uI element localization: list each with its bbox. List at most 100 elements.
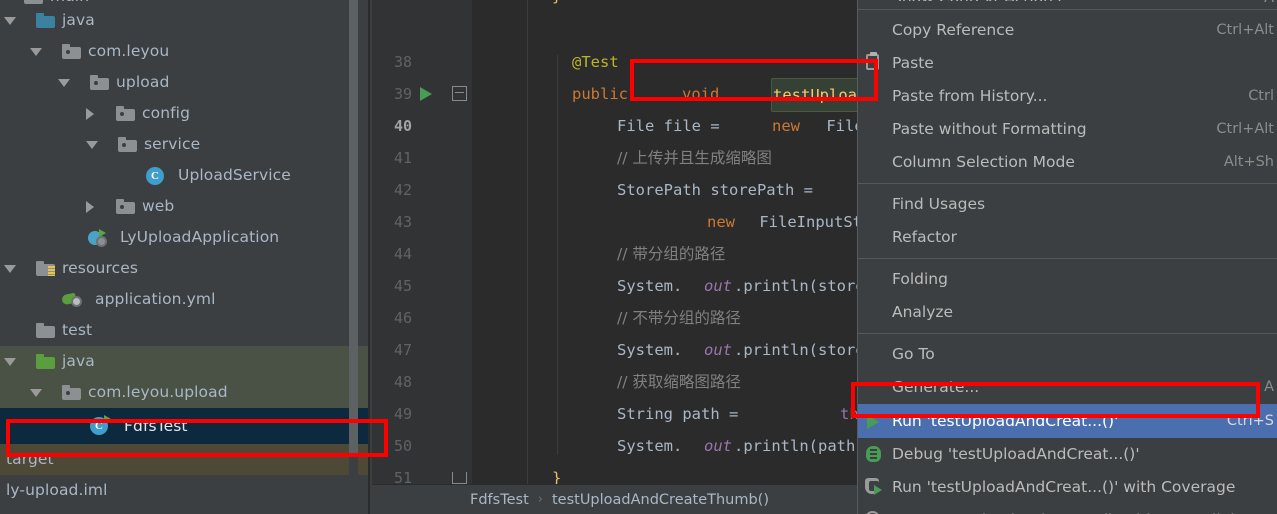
project-tool-window[interactable]: main java com.leyou upload	[0, 0, 370, 514]
menu-separator	[858, 258, 1277, 259]
code-text: System.	[617, 437, 683, 455]
menu-item-run-test[interactable]: Run 'testUploadAndCreat...()' Ctrl+S	[858, 404, 1277, 438]
tree-node-resources[interactable]: resources	[0, 253, 370, 284]
tree-node-label: target	[6, 450, 54, 468]
panel-divider[interactable]	[368, 0, 370, 514]
menu-item-shortcut: Ctrl+S	[1226, 413, 1274, 429]
tree-node-config[interactable]: config	[0, 98, 370, 129]
folder-teal-icon	[36, 13, 55, 28]
tree-node-label: com.leyou	[88, 42, 170, 60]
menu-item-shortcut: Ctrl	[1248, 88, 1274, 104]
tree-node-label: web	[142, 197, 175, 215]
folder-gray-icon	[116, 106, 135, 121]
menu-item-shortcut: Ctrl+Alt	[1216, 22, 1274, 38]
tree-node-web[interactable]: web	[0, 191, 370, 222]
menu-item-paste-from-history[interactable]: Paste from History... Ctrl	[858, 80, 1277, 113]
code-fold-icon[interactable]	[452, 86, 467, 101]
tree-node-java-test[interactable]: java	[0, 346, 370, 377]
no-icon	[858, 14, 892, 47]
menu-item-folding[interactable]: Folding	[858, 263, 1277, 296]
keyword-new: new	[772, 117, 800, 135]
expand-arrow-down-icon[interactable]	[30, 47, 42, 56]
menu-item-refactor[interactable]: Refactor	[858, 221, 1277, 254]
breadcrumb-separator: ›	[537, 492, 543, 507]
menu-item-label: Analyze	[892, 303, 954, 321]
folder-green-icon	[36, 354, 55, 369]
tree-node-test[interactable]: test	[0, 315, 370, 346]
menu-item-generate[interactable]: Generate... A	[858, 371, 1277, 404]
menu-item-analyze[interactable]: Analyze	[858, 296, 1277, 329]
expand-arrow-down-icon[interactable]	[4, 357, 16, 366]
tree-node-ly-upload-iml[interactable]: ly-upload.iml	[0, 475, 370, 506]
breadcrumb-class[interactable]: FdfsTest	[468, 492, 531, 508]
menu-separator	[858, 183, 1277, 184]
ide-window: main java com.leyou upload	[0, 0, 1277, 514]
menu-item-shortcut: A	[1264, 379, 1274, 395]
menu-item-paste-without-formatting[interactable]: Paste without Formatting Ctrl+Alt	[858, 113, 1277, 146]
menu-item-copy-reference[interactable]: Copy Reference Ctrl+Alt	[858, 14, 1277, 47]
code-text: File file =	[617, 117, 729, 135]
expand-arrow-down-icon[interactable]	[30, 388, 42, 397]
field-out: out	[704, 341, 732, 359]
editor-context-menu[interactable]: Show Context Actions A Copy Reference Ct…	[857, 0, 1277, 514]
tree-node-uploadservice[interactable]: C UploadService	[0, 160, 370, 191]
code-fold-end-icon[interactable]	[452, 472, 467, 484]
java-class-icon: C	[146, 166, 164, 185]
jfr-icon	[858, 504, 892, 514]
menu-item-find-usages[interactable]: Find Usages	[858, 188, 1277, 221]
tree-node-application-yml[interactable]: application.yml	[0, 284, 370, 315]
no-icon	[858, 146, 892, 179]
no-icon	[858, 371, 892, 404]
expand-arrow-down-icon[interactable]	[86, 140, 98, 149]
tree-node-service[interactable]: service	[0, 129, 370, 160]
run-test-gutter-icon[interactable]	[420, 87, 432, 101]
menu-item-run-with-coverage[interactable]: Run 'testUploadAndCreat...()' with Cover…	[858, 471, 1277, 504]
menu-item-run-with-java-flight-recorder[interactable]: Run 'testUploadAndCreat...()' with 'Java…	[858, 504, 1277, 514]
project-panel-scrollbar[interactable]	[349, 0, 358, 514]
menu-item-label: Run 'testUploadAndCreat...()' with Cover…	[892, 478, 1236, 496]
menu-item-label: Copy Reference	[892, 21, 1015, 39]
menu-item-paste[interactable]: Paste	[858, 47, 1277, 80]
tree-node-lyuploadapplication[interactable]: LyUploadApplication	[0, 222, 370, 253]
code-text: System.	[617, 341, 683, 359]
expand-arrow-down-icon[interactable]	[4, 16, 16, 25]
tree-node-label: test	[62, 321, 93, 339]
tree-node-label: application.yml	[95, 290, 216, 308]
menu-separator	[858, 9, 1277, 10]
scrollbar-thumb[interactable]	[349, 0, 358, 455]
menu-item-label: Refactor	[892, 228, 958, 246]
context-actions-icon	[858, 0, 892, 15]
tree-node-java-main[interactable]: java	[0, 5, 370, 36]
menu-item-shortcut: A	[1264, 0, 1277, 5]
expand-arrow-right-icon[interactable]	[86, 200, 94, 213]
expand-arrow-down-icon[interactable]	[58, 78, 70, 87]
menu-item-show-context-actions[interactable]: Show Context Actions A	[858, 0, 1277, 5]
tree-node-target[interactable]: target	[0, 444, 370, 475]
no-icon	[858, 80, 892, 113]
tree-node-upload[interactable]: upload	[0, 67, 370, 98]
menu-item-label: Run 'testUploadAndCreat...()' with 'Java…	[892, 504, 1274, 514]
expand-arrow-down-icon[interactable]	[4, 264, 16, 273]
tree-node-label: service	[144, 135, 201, 153]
keyword-void: void	[682, 85, 720, 103]
folder-resources-icon	[36, 261, 55, 276]
tree-node-fdfstest[interactable]: C FdfsTest	[0, 408, 370, 444]
code-comment: // 不带分组的路径	[617, 309, 741, 327]
menu-item-debug-test[interactable]: Debug 'testUploadAndCreat...()'	[858, 438, 1277, 471]
tree-node-com-leyou[interactable]: com.leyou	[0, 36, 370, 67]
menu-item-column-selection-mode[interactable]: Column Selection Mode Alt+Sh	[858, 146, 1277, 179]
tree-node-com-leyou-upload[interactable]: com.leyou.upload	[0, 377, 370, 408]
menu-item-go-to[interactable]: Go To	[858, 338, 1277, 371]
expand-arrow-right-icon[interactable]	[86, 107, 94, 120]
code-text: String path =	[617, 405, 748, 423]
tree-node-label: resources	[62, 259, 139, 277]
folder-gray-icon	[62, 385, 81, 400]
breadcrumb-method[interactable]: testUploadAndCreateThumb()	[550, 492, 771, 508]
menu-item-label: Generate...	[892, 378, 980, 396]
tree-node-label: com.leyou.upload	[88, 383, 228, 401]
code-comment: // 上传并且生成缩略图	[617, 149, 772, 167]
folder-gray-icon	[90, 75, 109, 90]
coverage-icon	[858, 471, 892, 504]
code-comment: // 获取缩略图路径	[617, 373, 741, 391]
tree-node-label: java	[62, 352, 95, 370]
